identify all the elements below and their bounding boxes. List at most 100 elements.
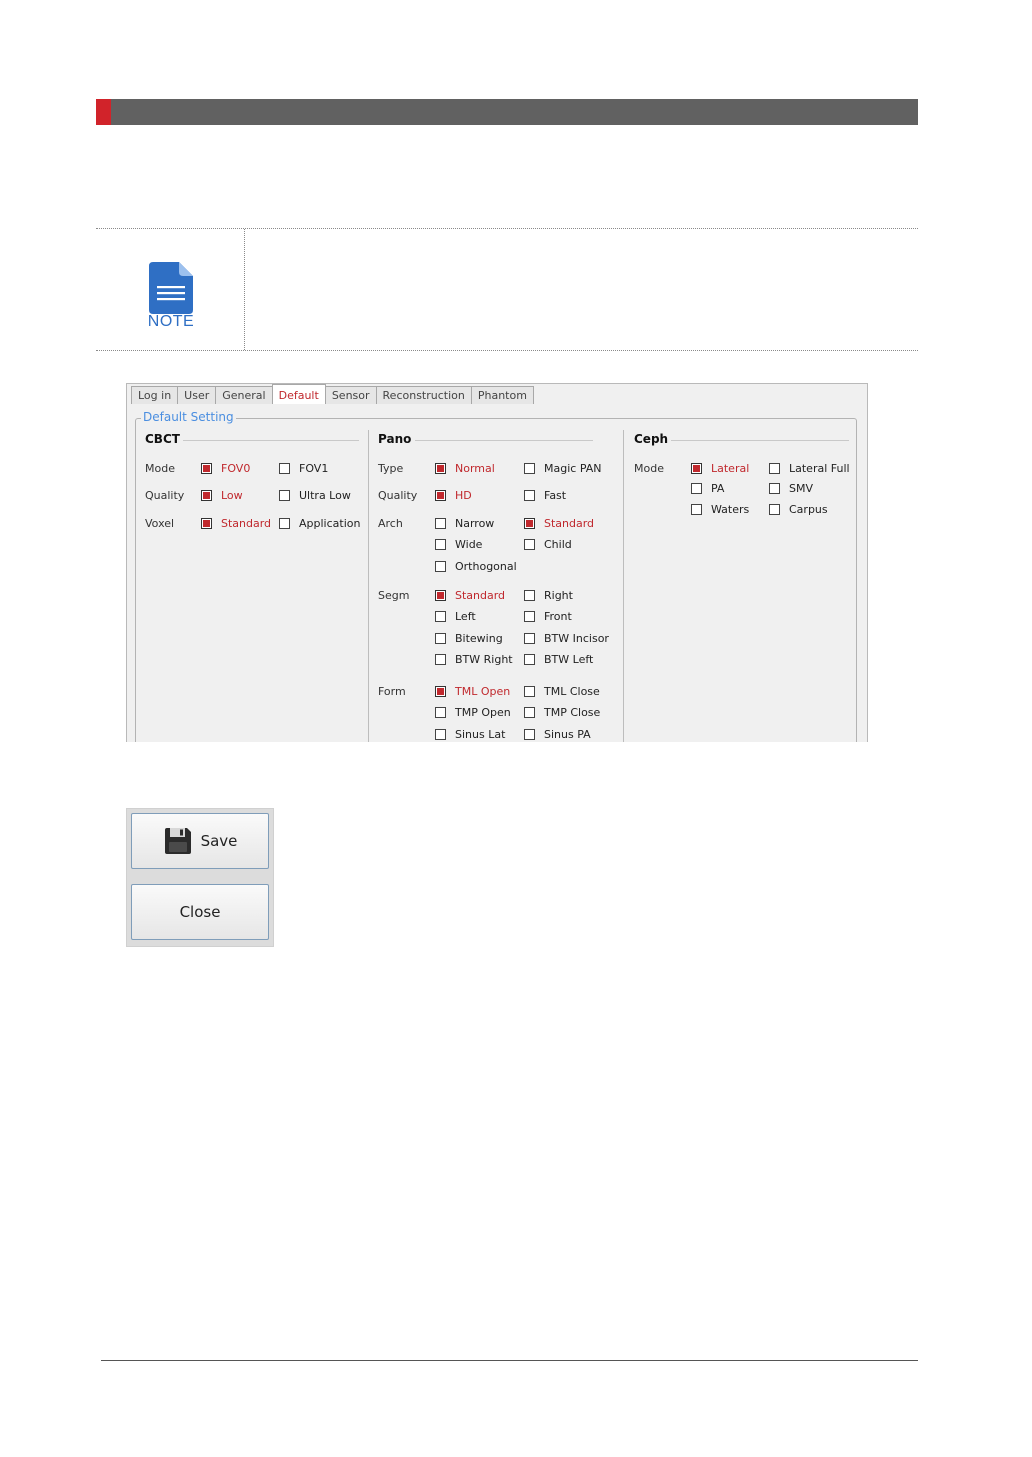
checkbox-label: TML Close xyxy=(544,684,600,698)
checkbox-label: HD xyxy=(455,488,472,502)
checkbox-box xyxy=(435,462,446,474)
checkbox-box xyxy=(435,489,446,501)
row-label-type: Type xyxy=(378,462,404,475)
checkbox-label: Application xyxy=(299,516,361,530)
note-box: NOTE xyxy=(96,228,918,351)
ceph-title: Ceph xyxy=(634,432,669,446)
note-label: NOTE xyxy=(147,313,195,330)
checkbox-label: Lateral xyxy=(711,461,750,475)
ceph-checkbox-lateral[interactable]: Lateral xyxy=(691,461,749,475)
row-label-quality: Quality xyxy=(145,489,185,502)
checkbox-label: Orthogonal xyxy=(455,559,517,573)
checkbox-box xyxy=(524,654,535,665)
pano-checkbox-standard[interactable]: Standard xyxy=(435,588,505,602)
pano-checkbox-sinus-pa[interactable]: Sinus PA xyxy=(524,727,591,741)
pano-checkbox-magic-pan[interactable]: Magic PAN xyxy=(524,461,602,475)
ceph-checkbox-pa[interactable]: PA xyxy=(691,482,724,496)
tab-reconstruction[interactable]: Reconstruction xyxy=(375,386,472,404)
checkbox-box xyxy=(201,517,212,529)
pano-checkbox-btw-left[interactable]: BTW Left xyxy=(524,653,593,667)
pano-checkbox-tmp-open[interactable]: TMP Open xyxy=(435,706,511,720)
checkbox-label: Bitewing xyxy=(455,631,503,645)
checkbox-box xyxy=(279,517,290,529)
pano-checkbox-narrow[interactable]: Narrow xyxy=(435,516,494,530)
pano-checkbox-normal[interactable]: Normal xyxy=(435,461,495,475)
note-divider xyxy=(244,229,245,350)
checkbox-label: Left xyxy=(455,610,476,623)
footer-rule xyxy=(101,1360,918,1361)
tab-sensor[interactable]: Sensor xyxy=(324,386,377,404)
ceph-checkbox-carpus[interactable]: Carpus xyxy=(769,502,828,516)
settings-tabs: Log in User General Default Sensor Recon… xyxy=(131,384,534,405)
pano-checkbox-right[interactable]: Right xyxy=(524,588,573,602)
pano-checkbox-hd[interactable]: HD xyxy=(435,488,472,502)
checkbox-box xyxy=(769,483,780,494)
checkbox-box xyxy=(691,483,702,494)
pano-checkbox-btw-right[interactable]: BTW Right xyxy=(435,653,513,667)
cbct-checkbox-application[interactable]: Application xyxy=(279,516,360,530)
checkbox-box xyxy=(524,489,535,501)
group-title: Default Setting xyxy=(141,410,236,424)
tab-general[interactable]: General xyxy=(215,386,273,404)
tab-user[interactable]: User xyxy=(177,386,217,404)
pano-checkbox-sinus-lat[interactable]: Sinus Lat xyxy=(435,727,505,741)
pano-checkbox-tml-close[interactable]: TML Close xyxy=(524,684,600,698)
checkbox-label: Low xyxy=(221,488,243,502)
checkbox-box xyxy=(435,560,446,572)
pano-checkbox-wide[interactable]: Wide xyxy=(435,538,482,552)
settings-window: Log in User General Default Sensor Recon… xyxy=(126,383,868,742)
tab-phantom[interactable]: Phantom xyxy=(470,386,534,404)
pano-checkbox-bitewing[interactable]: Bitewing xyxy=(435,631,503,645)
document-icon xyxy=(149,262,193,314)
checkbox-box xyxy=(524,462,535,474)
checkbox-box xyxy=(435,685,446,697)
checkbox-label: Carpus xyxy=(789,502,828,516)
checkbox-box xyxy=(524,611,535,622)
checkbox-box xyxy=(435,517,446,529)
column-divider xyxy=(368,430,369,742)
checkbox-label: Right xyxy=(544,588,573,602)
pano-checkbox-standard[interactable]: Standard xyxy=(524,516,594,530)
checkbox-box xyxy=(524,707,535,718)
checkbox-label: Narrow xyxy=(455,516,495,530)
checkbox-box xyxy=(524,685,535,697)
checkbox-label: BTW Right xyxy=(455,653,513,666)
cbct-checkbox-fov1[interactable]: FOV1 xyxy=(279,461,328,475)
ceph-checkbox-waters[interactable]: Waters xyxy=(691,502,749,516)
pano-rule xyxy=(415,440,593,441)
checkbox-label: Standard xyxy=(544,516,595,530)
checkbox-box xyxy=(435,632,446,644)
checkbox-label: BTW Left xyxy=(544,653,594,666)
checkbox-box xyxy=(435,589,446,601)
cbct-title: CBCT xyxy=(145,432,180,446)
checkbox-label: TMP Open xyxy=(455,706,511,719)
save-button[interactable]: Save xyxy=(131,813,269,869)
cbct-checkbox-low[interactable]: Low xyxy=(201,488,243,502)
cbct-checkbox-standard[interactable]: Standard xyxy=(201,516,271,530)
checkbox-box xyxy=(769,462,780,474)
checkbox-box xyxy=(524,728,535,740)
pano-checkbox-left[interactable]: Left xyxy=(435,610,476,624)
pano-checkbox-tmp-close[interactable]: TMP Close xyxy=(524,706,600,720)
ceph-rule xyxy=(671,440,849,441)
checkbox-box xyxy=(435,611,446,622)
cbct-checkbox-fov0[interactable]: FOV0 xyxy=(201,461,250,475)
column-divider xyxy=(623,430,624,742)
tab-default[interactable]: Default xyxy=(271,384,326,404)
checkbox-label: TML Open xyxy=(455,684,511,698)
ceph-checkbox-smv[interactable]: SMV xyxy=(769,482,813,496)
pano-checkbox-tml-open[interactable]: TML Open xyxy=(435,684,510,698)
pano-checkbox-fast[interactable]: Fast xyxy=(524,488,566,502)
pano-checkbox-child[interactable]: Child xyxy=(524,538,572,552)
checkbox-box xyxy=(691,462,702,474)
ceph-checkbox-lateral-full[interactable]: Lateral Full xyxy=(769,461,850,475)
checkbox-label: Wide xyxy=(455,538,483,551)
tab-log-in[interactable]: Log in xyxy=(131,386,179,404)
checkbox-box xyxy=(435,654,446,665)
pano-checkbox-btw-incisor[interactable]: BTW Incisor xyxy=(524,631,609,645)
close-button[interactable]: Close xyxy=(131,884,269,940)
cbct-checkbox-ultra-low[interactable]: Ultra Low xyxy=(279,488,351,502)
pano-checkbox-front[interactable]: Front xyxy=(524,610,572,624)
pano-checkbox-orthogonal[interactable]: Orthogonal xyxy=(435,559,517,573)
checkbox-label: SMV xyxy=(789,482,813,495)
